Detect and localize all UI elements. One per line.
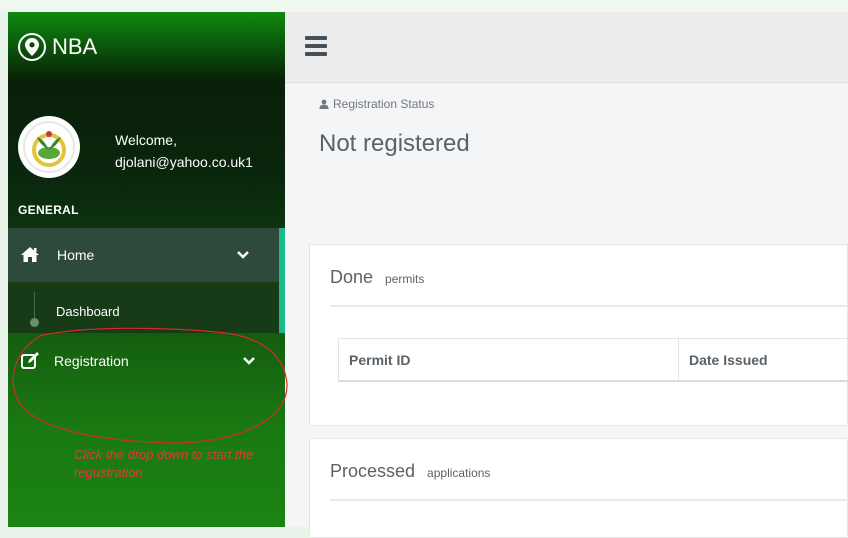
edit-icon: [21, 352, 39, 369]
status-label-text: Registration Status: [333, 97, 435, 111]
bullet-icon: [30, 318, 39, 327]
sidebar-item-home[interactable]: Home: [8, 228, 285, 282]
welcome-text: Welcome,: [115, 132, 177, 148]
registration-status-value: Not registered: [319, 130, 470, 157]
sidebar-item-label: Home: [57, 247, 95, 263]
username: djolani@yahoo.co.uk1: [115, 154, 253, 170]
brand-title: NBA: [52, 34, 98, 59]
map-marker-icon: [18, 33, 46, 61]
panel-title: Done: [330, 267, 374, 287]
chevron-down-icon[interactable]: [237, 250, 249, 260]
divider: [330, 499, 847, 501]
registration-status-label: Registration Status: [319, 97, 434, 111]
column-header-date-issued[interactable]: Date Issued: [689, 339, 768, 381]
column-header-permit-id[interactable]: Permit ID: [349, 339, 410, 381]
panel-subtitle: applications: [427, 466, 491, 480]
home-icon: [21, 247, 39, 262]
done-permits-panel: Done permits Permit ID Date Issued: [309, 244, 848, 426]
processed-applications-panel: Processed applications: [309, 438, 848, 538]
panel-header: Processed applications: [330, 461, 490, 482]
panel-title: Processed: [330, 461, 416, 481]
sidebar-item-dashboard[interactable]: Dashboard: [8, 282, 285, 333]
column-separator: [678, 339, 679, 381]
chevron-down-icon[interactable]: [243, 356, 255, 366]
avatar: [18, 116, 80, 178]
background-strip: [0, 0, 848, 12]
sidebar-item-label: Dashboard: [56, 304, 120, 319]
sidebar-item-registration[interactable]: Registration: [8, 334, 285, 388]
user-profile: Welcome, djolani@yahoo.co.uk1: [8, 82, 285, 202]
main-content: Registration Status Not registered Done …: [285, 83, 848, 538]
brand[interactable]: NBA: [8, 12, 285, 82]
panel-header: Done permits: [330, 267, 424, 288]
sidebar-item-label: Registration: [54, 353, 129, 369]
section-label-general: GENERAL: [18, 203, 79, 217]
hamburger-icon[interactable]: [305, 36, 327, 56]
annotation-note: Click the drop down to start the regustr…: [74, 447, 254, 480]
user-icon: [319, 99, 329, 109]
logo-icon: [23, 121, 75, 173]
permits-table: Permit ID Date Issued: [338, 338, 848, 382]
divider: [330, 305, 847, 307]
panel-subtitle: permits: [385, 272, 425, 286]
top-bar: [285, 12, 848, 83]
